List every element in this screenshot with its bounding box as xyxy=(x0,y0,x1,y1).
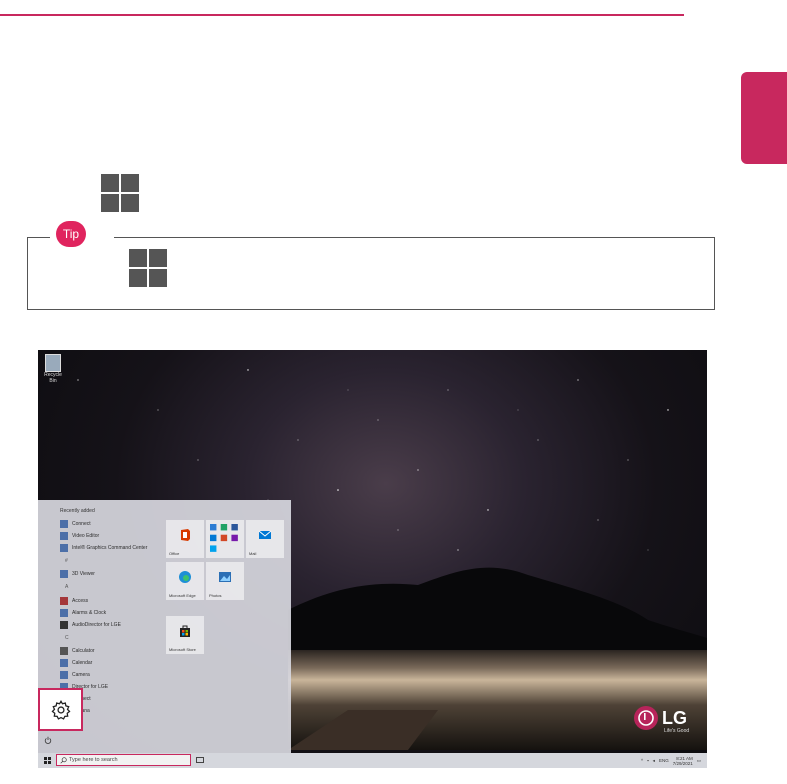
section-tab xyxy=(741,72,787,164)
store-icon xyxy=(180,625,190,637)
tile-photos[interactable]: Photos xyxy=(206,562,244,600)
tile-store[interactable]: Microsoft Store xyxy=(166,616,204,654)
list-item[interactable]: Intel® Graphics Command Center xyxy=(60,542,147,553)
recycle-bin-icon[interactable]: Recycle Bin xyxy=(42,354,64,384)
tile-mail[interactable]: Mail xyxy=(246,520,284,558)
list-item[interactable]: Calendar xyxy=(60,657,92,668)
start-button[interactable] xyxy=(44,757,51,764)
tile-office-apps[interactable] xyxy=(206,520,244,558)
office-apps-icon xyxy=(210,524,238,552)
task-view-button[interactable] xyxy=(196,757,204,763)
list-letter[interactable]: A xyxy=(65,584,68,590)
camera-icon xyxy=(60,670,68,679)
intel-graphics-icon xyxy=(60,543,68,552)
list-letter[interactable]: # xyxy=(65,558,68,564)
alarm-clock-icon xyxy=(60,608,68,617)
windows-desktop-screenshot: Recycle Bin Recently added Connect Video… xyxy=(38,350,707,768)
network-icon[interactable]: ▪ xyxy=(647,758,649,763)
office-icon xyxy=(181,529,190,541)
pier xyxy=(288,710,438,750)
list-item[interactable]: Calculator xyxy=(60,645,95,656)
taskbar: Type here to search ^ ▪ ◂ ENG 8:21 AM 7/2… xyxy=(38,753,707,768)
connect-icon xyxy=(60,519,68,528)
lg-tagline: Life's Good xyxy=(664,728,690,734)
list-item[interactable]: AudioDirector for LGE xyxy=(60,619,121,630)
list-item[interactable]: 3D Viewer xyxy=(60,568,95,579)
calendar-icon xyxy=(60,658,68,667)
tip-badge: Tip xyxy=(56,221,86,247)
access-icon xyxy=(60,596,68,605)
calculator-icon xyxy=(60,646,68,655)
list-item[interactable]: Access xyxy=(60,595,88,606)
3d-viewer-icon xyxy=(60,569,68,578)
notification-icon[interactable]: ▭ xyxy=(697,758,701,764)
system-tray: ^ ▪ ◂ ENG 8:21 AM 7/29/2021 ▭ xyxy=(641,753,701,768)
photos-icon xyxy=(219,572,231,582)
mountain xyxy=(288,567,707,660)
mail-icon xyxy=(258,530,272,539)
language-indicator[interactable]: ENG xyxy=(659,758,669,763)
chevron-up-icon[interactable]: ^ xyxy=(641,758,643,763)
tile-edge[interactable]: Microsoft Edge xyxy=(166,562,204,600)
list-item[interactable]: Camera xyxy=(60,669,90,680)
list-letter[interactable]: C xyxy=(65,635,69,641)
lg-logo: LG xyxy=(634,706,687,730)
settings-button[interactable] xyxy=(38,688,83,731)
header-rule xyxy=(0,14,684,16)
windows-key-icon xyxy=(101,174,139,212)
list-item[interactable]: Alarms & Clock xyxy=(60,607,106,618)
volume-icon[interactable]: ◂ xyxy=(653,758,655,764)
list-item[interactable]: Connect xyxy=(60,518,91,529)
gear-icon xyxy=(51,699,70,720)
search-icon xyxy=(60,757,67,764)
video-editor-icon xyxy=(60,531,68,540)
recently-added-header: Recently added xyxy=(60,507,95,514)
clock[interactable]: 8:21 AM 7/29/2021 xyxy=(673,756,693,766)
power-icon[interactable] xyxy=(44,736,52,744)
list-item[interactable]: Video Editor xyxy=(60,530,99,541)
audiodirector-icon xyxy=(60,620,68,629)
edge-icon xyxy=(179,571,191,583)
search-input[interactable]: Type here to search xyxy=(56,754,191,766)
windows-key-icon xyxy=(129,249,167,287)
tile-office[interactable]: Office xyxy=(166,520,204,558)
